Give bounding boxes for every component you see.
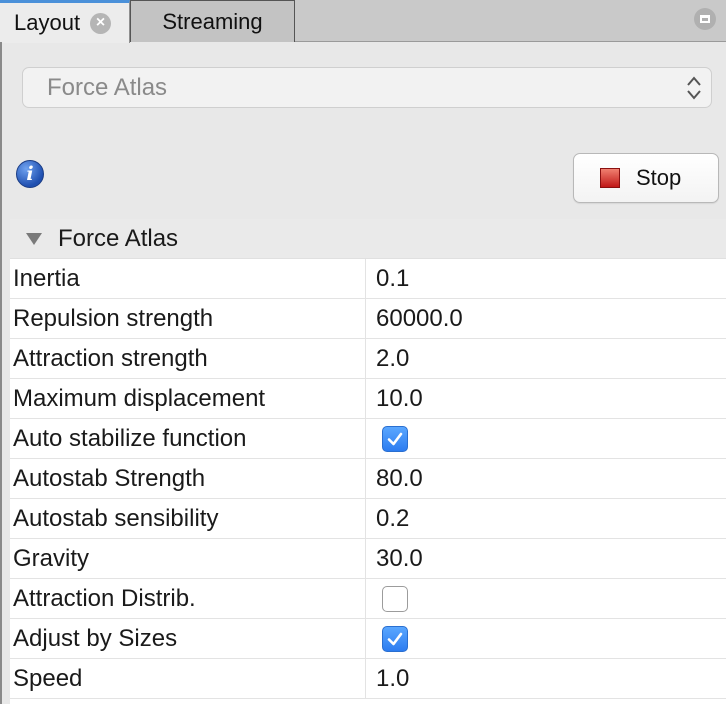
tab-streaming-label: Streaming <box>162 8 263 34</box>
close-icon[interactable]: × <box>90 12 112 34</box>
property-name: Autostab sensibility <box>10 499 366 538</box>
property-list: Inertia 0.1 Repulsion strength 60000.0 Attra… <box>10 259 726 699</box>
property-sheet: Force Atlas Inertia 0.1 Repulsion strength… <box>10 219 726 704</box>
property-name: Speed <box>10 659 366 698</box>
property-checkbox[interactable] <box>382 425 408 452</box>
property-value[interactable]: 2.0 <box>366 339 726 378</box>
tab-streaming[interactable]: Streaming <box>130 0 295 42</box>
property-value[interactable]: 0.1 <box>366 259 726 298</box>
minimize-icon[interactable] <box>694 8 716 30</box>
info-icon[interactable]: i <box>16 160 44 188</box>
stop-button[interactable]: Stop <box>573 153 719 203</box>
chevron-updown-icon <box>687 76 701 100</box>
property-value[interactable]: 60000.0 <box>366 299 726 338</box>
property-value[interactable]: 80.0 <box>366 459 726 498</box>
property-value[interactable]: 10.0 <box>366 379 726 418</box>
stop-button-label: Stop <box>636 165 682 190</box>
property-row: Auto stabilize function <box>10 419 726 459</box>
panel-border <box>0 42 2 704</box>
property-row: Repulsion strength 60000.0 <box>10 299 726 339</box>
property-row: Speed 1.0 <box>10 659 726 699</box>
tab-strip: Layout × Streaming <box>0 0 726 43</box>
property-name: Attraction strength <box>10 339 366 378</box>
property-name: Repulsion strength <box>10 299 366 338</box>
property-name: Autostab Strength <box>10 459 366 498</box>
property-value[interactable]: 0.2 <box>366 499 726 538</box>
property-name: Maximum displacement <box>10 379 366 418</box>
property-name: Inertia <box>10 259 366 298</box>
property-group-title: Force Atlas <box>58 224 179 252</box>
property-group-header[interactable]: Force Atlas <box>10 219 726 259</box>
tab-layout-label: Layout <box>14 10 81 35</box>
property-name: Gravity <box>10 539 366 578</box>
property-row: Maximum displacement 10.0 <box>10 379 726 419</box>
property-row: Attraction Distrib. <box>10 579 726 619</box>
property-name: Auto stabilize function <box>10 419 366 458</box>
tab-layout[interactable]: Layout × <box>0 0 130 43</box>
property-name: Adjust by Sizes <box>10 619 366 658</box>
property-value[interactable]: 1.0 <box>366 659 726 698</box>
triangle-down-icon[interactable] <box>26 232 42 245</box>
property-row: Adjust by Sizes <box>10 619 726 659</box>
property-row: Attraction strength 2.0 <box>10 339 726 379</box>
property-row: Autostab Strength 80.0 <box>10 459 726 499</box>
property-value-cell <box>366 419 726 458</box>
property-value-cell <box>366 579 726 618</box>
property-row: Inertia 0.1 <box>10 259 726 299</box>
layout-algorithm-select[interactable]: Force Atlas <box>22 67 712 108</box>
property-name: Attraction Distrib. <box>10 579 366 618</box>
property-row: Autostab sensibility 0.2 <box>10 499 726 539</box>
property-checkbox[interactable] <box>382 625 408 652</box>
layout-algorithm-value: Force Atlas <box>47 73 168 101</box>
property-value[interactable]: 30.0 <box>366 539 726 578</box>
property-checkbox[interactable] <box>382 585 408 612</box>
stop-icon <box>600 168 620 188</box>
property-value-cell <box>366 619 726 658</box>
property-row: Gravity 30.0 <box>10 539 726 579</box>
